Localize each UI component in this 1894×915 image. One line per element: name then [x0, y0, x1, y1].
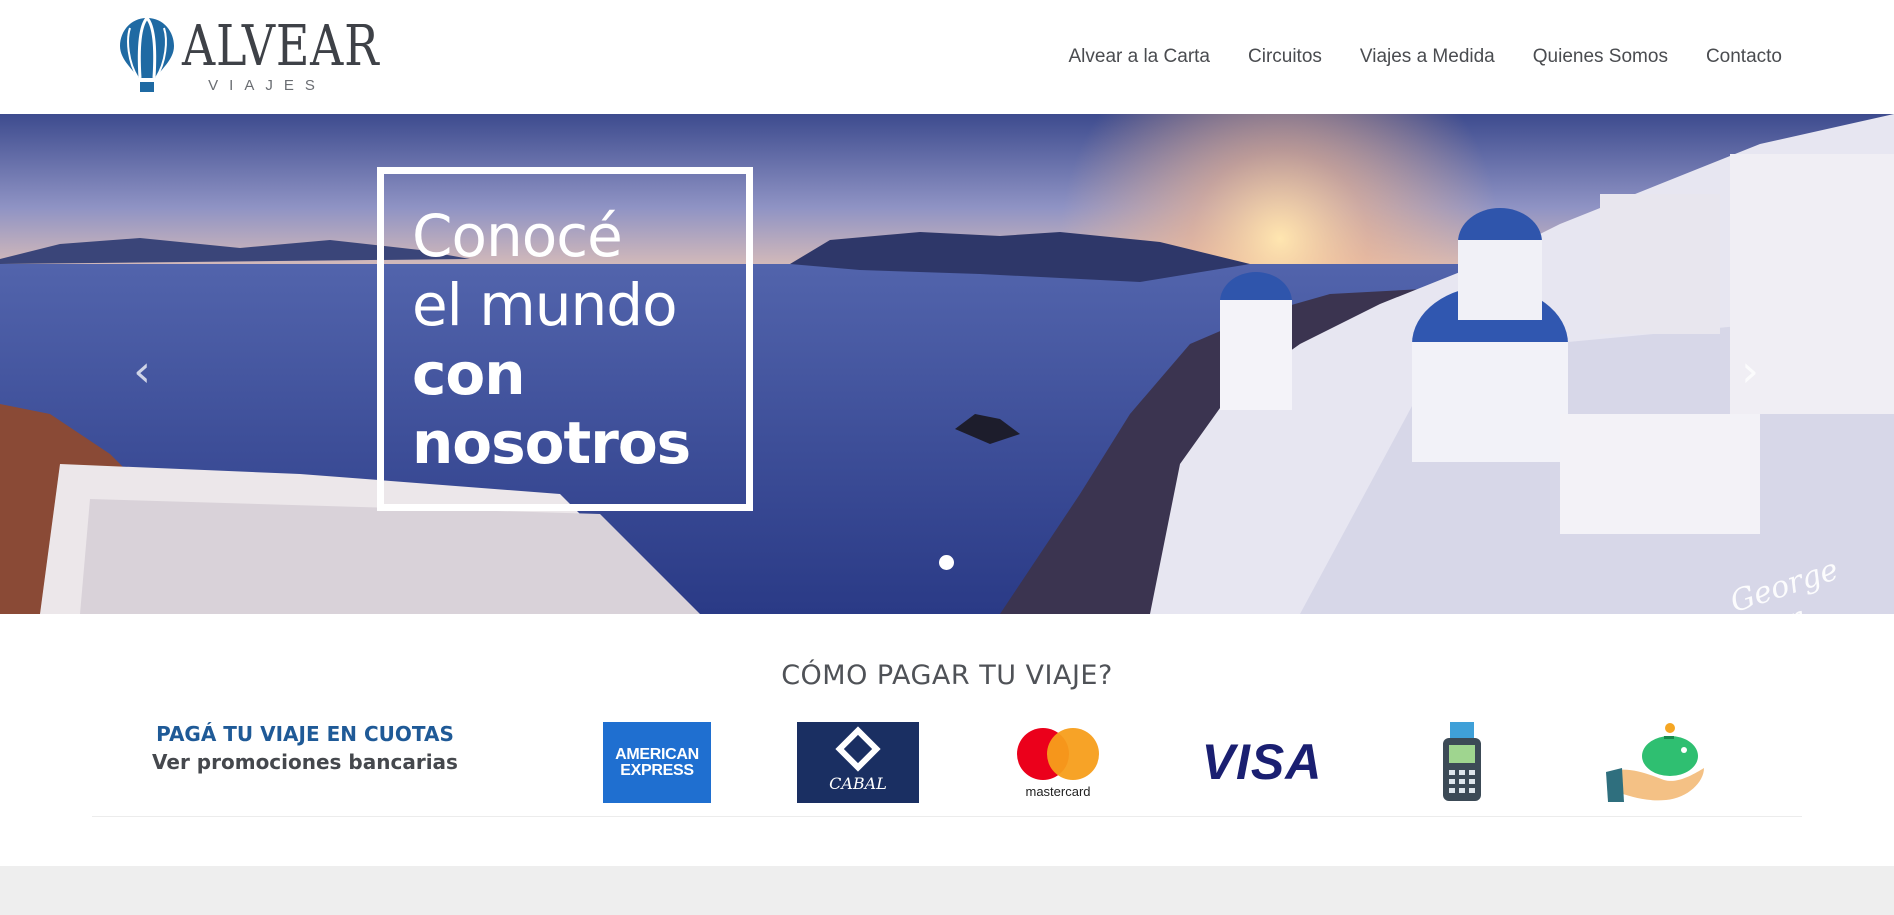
nav-alvear-a-la-carta[interactable]: Alvear a la Carta: [1068, 46, 1210, 68]
nav-viajes-a-medida[interactable]: Viajes a Medida: [1360, 46, 1495, 68]
slider-dot-active[interactable]: [939, 555, 954, 570]
mastercard-yellow-circle: [1047, 728, 1099, 780]
cabal-label: CABAL: [829, 774, 887, 793]
hero-line-3: con: [412, 340, 526, 408]
cabal-logo: CABAL: [797, 722, 919, 803]
chevron-right-icon: ›: [1741, 346, 1759, 397]
section-divider: [92, 816, 1802, 817]
footer-band: [0, 866, 1894, 915]
payment-section-title: CÓMO PAGAR TU VIAJE?: [781, 660, 1113, 691]
slider-prev-button[interactable]: ‹: [122, 350, 162, 394]
balloon-icon: [120, 17, 174, 92]
hero-line-4: nosotros: [412, 409, 691, 477]
amex-line-2: EXPRESS: [620, 762, 694, 779]
slider-next-button[interactable]: ›: [1730, 350, 1770, 394]
brand-tagline: VIAJES: [208, 77, 326, 94]
mastercard-logo: mastercard: [1013, 722, 1103, 803]
hero-line-2: el mundo: [412, 271, 678, 339]
nav-quienes-somos[interactable]: Quienes Somos: [1533, 46, 1668, 68]
mastercard-label: mastercard: [1025, 784, 1091, 799]
card-terminal-icon: [1443, 722, 1481, 801]
cabal-diamond-icon: [835, 726, 881, 772]
hero-line-1: Conocé: [412, 202, 623, 270]
visa-logo: VISA: [1201, 734, 1323, 790]
savings-hand-icon: [1606, 723, 1704, 802]
nav-contacto[interactable]: Contacto: [1706, 46, 1782, 68]
hero-headline-box: Conocé el mundo con nosotros: [377, 167, 753, 511]
main-nav: Alvear a la Carta Circuitos Viajes a Med…: [1068, 46, 1782, 68]
brand-name: ALVEAR: [182, 14, 380, 79]
amex-line-1: AMERICAN: [615, 746, 699, 763]
installments-promo[interactable]: PAGÁ TU VIAJE EN CUOTAS Ver promociones …: [120, 720, 490, 776]
site-header: ALVEAR VIAJES Alvear a la Carta Circuito…: [0, 0, 1894, 114]
hero-background-image: [0, 114, 1894, 614]
hero-slider: ‹ › Conocé el mundo con nosotros George …: [0, 114, 1894, 614]
nav-circuitos[interactable]: Circuitos: [1248, 46, 1322, 68]
chevron-left-icon: ‹: [133, 346, 151, 397]
installments-heading: PAGÁ TU VIAJE EN CUOTAS: [156, 722, 454, 746]
amex-logo: AMERICAN EXPRESS: [603, 722, 711, 803]
brand-logo[interactable]: ALVEAR VIAJES: [118, 14, 379, 100]
bank-promotions-link[interactable]: Ver promociones bancarias: [120, 748, 490, 776]
